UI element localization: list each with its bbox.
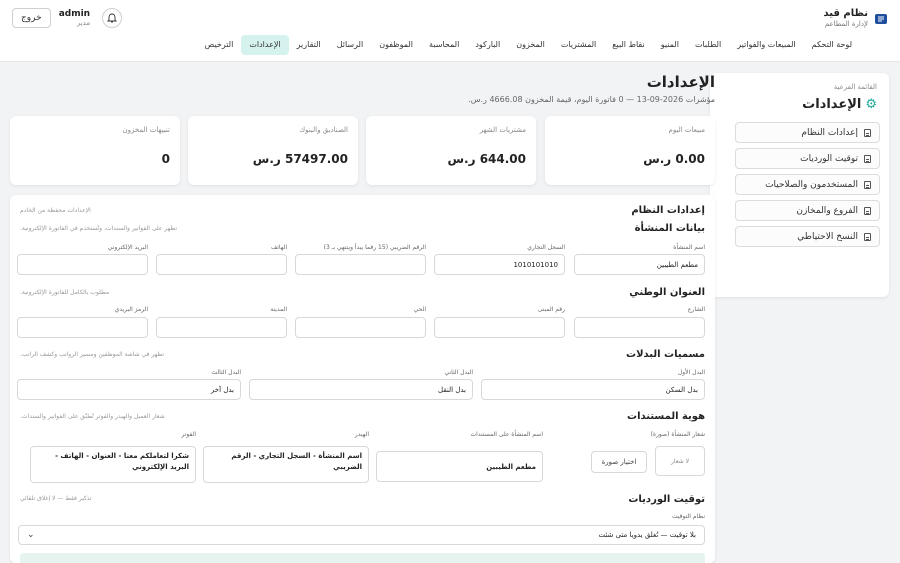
footer-field[interactable]: شكرا لتعاملكم معنا - العنوان - الهاتف - … bbox=[30, 446, 196, 483]
sidebar-item-users[interactable]: المستخدمون والصلاحيات bbox=[735, 174, 880, 195]
brand[interactable]: نظام قيد لإدارة المطاعم bbox=[824, 8, 888, 29]
nav-dashboard[interactable]: لوحة التحكم bbox=[804, 35, 860, 55]
cr-field[interactable]: 1010101010 bbox=[434, 254, 565, 275]
stat-card-today-sales: مبيعات اليوم 0.00 ر.س bbox=[545, 116, 715, 185]
header-label: الهيدر bbox=[354, 431, 369, 438]
top-header: نظام قيد لإدارة المطاعم خروج admin مدير … bbox=[0, 0, 900, 62]
document-icon bbox=[864, 206, 871, 215]
nav-license[interactable]: الترخيص bbox=[197, 35, 242, 55]
nav-orders[interactable]: الطلبات bbox=[687, 35, 729, 55]
city-label: المدينة bbox=[270, 306, 287, 313]
building-label: رقم المبنى bbox=[537, 306, 565, 313]
nav-messages[interactable]: الرسائل bbox=[329, 35, 372, 55]
nav-reports[interactable]: التقارير bbox=[289, 35, 329, 55]
email-field[interactable] bbox=[17, 254, 148, 275]
email-label: البريد الإلكتروني bbox=[107, 244, 148, 251]
identity-section-title: هوية المستندات bbox=[627, 411, 705, 422]
user-area: خروج admin مدير bbox=[12, 8, 123, 28]
document-icon bbox=[864, 154, 871, 163]
allowance3-field[interactable]: بدل آخر bbox=[17, 379, 241, 400]
info-bar bbox=[20, 553, 705, 563]
street-label: الشارع bbox=[687, 306, 705, 313]
phone-field[interactable] bbox=[156, 254, 287, 275]
stat-card-month-purchases: مشتريات الشهر 644.00 ر.س bbox=[366, 116, 536, 185]
nav-pos[interactable]: نقاط البيع bbox=[604, 35, 652, 55]
logout-button[interactable]: خروج bbox=[12, 8, 51, 28]
allowance3-label: البدل الثالث bbox=[211, 369, 241, 376]
postal-field[interactable] bbox=[17, 317, 148, 338]
org-name-field[interactable]: مطعم الطيبين bbox=[574, 254, 705, 275]
document-icon bbox=[864, 128, 871, 137]
settings-hint: الإعدادات محفظة من الخادم bbox=[20, 207, 91, 214]
allowance1-field[interactable]: بدل السكن bbox=[481, 379, 705, 400]
app-title: نظام قيد bbox=[823, 8, 868, 19]
district-field[interactable] bbox=[295, 317, 426, 338]
building-field[interactable] bbox=[434, 317, 565, 338]
main-nav: لوحة التحكم المبيعات والفواتير الطلبات ا… bbox=[197, 35, 860, 55]
document-icon bbox=[864, 232, 871, 241]
org-name-label: اسم المنشأة bbox=[673, 244, 705, 251]
nav-inventory[interactable]: المخزون bbox=[508, 35, 553, 55]
logo-label: شعار المنشأة (صورة) bbox=[650, 431, 705, 438]
page-subtitle: مؤشرات 2026-09-13 — 0 فاتورة اليوم، قيمة… bbox=[468, 95, 715, 104]
stat-card-cash-banks: الصناديق والبنوك 57497.00 ر.س bbox=[188, 116, 358, 185]
settings-title: إعدادات النظام bbox=[631, 205, 705, 216]
system-settings-panel: إعدادات النظام الإعدادات محفظة من الخادم… bbox=[10, 195, 715, 563]
sidebar-title: ⚙ الإعدادات bbox=[802, 97, 877, 112]
allowances-section-title: مسميات البدلات bbox=[626, 349, 705, 360]
allowances-hint: تظهر في شاشة الموظفين ومسير الرواتب وكشف… bbox=[20, 351, 165, 358]
doc-name-field[interactable]: مطعم الطيبين bbox=[376, 451, 543, 482]
user-role: مدير bbox=[76, 19, 91, 27]
app-subtitle: لإدارة المطاعم bbox=[824, 20, 868, 28]
vat-label: الرقم الضريبي (15 رقما يبدأ وينتهي بـ 3) bbox=[323, 244, 426, 251]
city-field[interactable] bbox=[156, 317, 287, 338]
shifts-section-title: توقيت الورديات bbox=[628, 494, 705, 505]
nav-accounting[interactable]: المحاسبة bbox=[421, 35, 467, 55]
nav-employees[interactable]: الموظفون bbox=[371, 35, 421, 55]
allowance2-label: البدل الثاني bbox=[444, 369, 473, 376]
cr-label: السجل التجاري bbox=[527, 244, 565, 251]
document-icon bbox=[864, 180, 871, 189]
stat-card-stock-alerts: تنبيهات المخزون 0 bbox=[10, 116, 180, 185]
org-hint: تظهر على الفواتير والسندات، وتُستخدم في … bbox=[20, 225, 177, 232]
nav-purchases[interactable]: المشتريات bbox=[553, 35, 604, 55]
shift-mode-select[interactable]: بلا توقيت — تُغلق يدويا متى شئت ⌄ bbox=[18, 525, 705, 545]
settings-sidebar: القائمة الفرعية ⚙ الإعدادات إعدادات النظ… bbox=[710, 73, 889, 297]
allowance2-field[interactable]: بدل النقل bbox=[249, 379, 473, 400]
page-title: الإعدادات bbox=[646, 73, 715, 91]
sidebar-caption: القائمة الفرعية bbox=[833, 83, 877, 91]
address-hint: مطلوب بالكامل للفاتورة الإلكترونية. bbox=[20, 289, 110, 296]
address-section-title: العنوان الوطني bbox=[629, 287, 705, 298]
chevron-down-icon: ⌄ bbox=[27, 530, 35, 540]
nav-sales[interactable]: المبيعات والفواتير bbox=[729, 35, 803, 55]
doc-name-label: اسم المنشأة على المستندات bbox=[470, 431, 543, 438]
restaurant-logo-icon bbox=[874, 12, 888, 26]
identity-hint: شعار العميل والهيدر والفوتر تُطبّق على ا… bbox=[20, 413, 165, 420]
header-field[interactable]: اسم المنشأة - السجل التجاري - الرقم الضر… bbox=[203, 446, 369, 483]
nav-settings[interactable]: الإعدادات bbox=[241, 35, 289, 55]
choose-image-button[interactable]: اختيار صورة bbox=[591, 451, 647, 473]
phone-label: الهاتف bbox=[271, 244, 287, 251]
shift-mode-label: نظام التوقيت bbox=[671, 513, 705, 520]
shift-mode-value: بلا توقيت — تُغلق يدويا متى شئت bbox=[598, 531, 696, 539]
sidebar-item-backup[interactable]: النسخ الاحتياطي bbox=[735, 226, 880, 247]
street-field[interactable] bbox=[574, 317, 705, 338]
logo-preview: لا شعار bbox=[655, 446, 705, 476]
postal-label: الرمز البريدي bbox=[114, 306, 148, 313]
allowance1-label: البدل الأول bbox=[677, 369, 705, 376]
user-name: admin bbox=[58, 9, 91, 19]
gear-icon: ⚙ bbox=[865, 97, 877, 112]
nav-menu[interactable]: المنيو bbox=[653, 35, 687, 55]
district-label: الحي bbox=[413, 306, 426, 313]
bell-icon[interactable] bbox=[102, 8, 123, 28]
vat-field[interactable] bbox=[295, 254, 426, 275]
org-section-title: بيانات المنشأة bbox=[634, 223, 705, 234]
footer-label: الفوتر bbox=[181, 431, 196, 438]
sidebar-item-system-settings[interactable]: إعدادات النظام bbox=[735, 122, 880, 143]
sidebar-item-branches[interactable]: الفروع والمخازن bbox=[735, 200, 880, 221]
shifts-hint: تذكير فقط — لا إغلاق تلقائي bbox=[20, 495, 92, 502]
sidebar-item-shifts[interactable]: توقيت الورديات bbox=[735, 148, 880, 169]
nav-barcode[interactable]: الباركود bbox=[467, 35, 508, 55]
